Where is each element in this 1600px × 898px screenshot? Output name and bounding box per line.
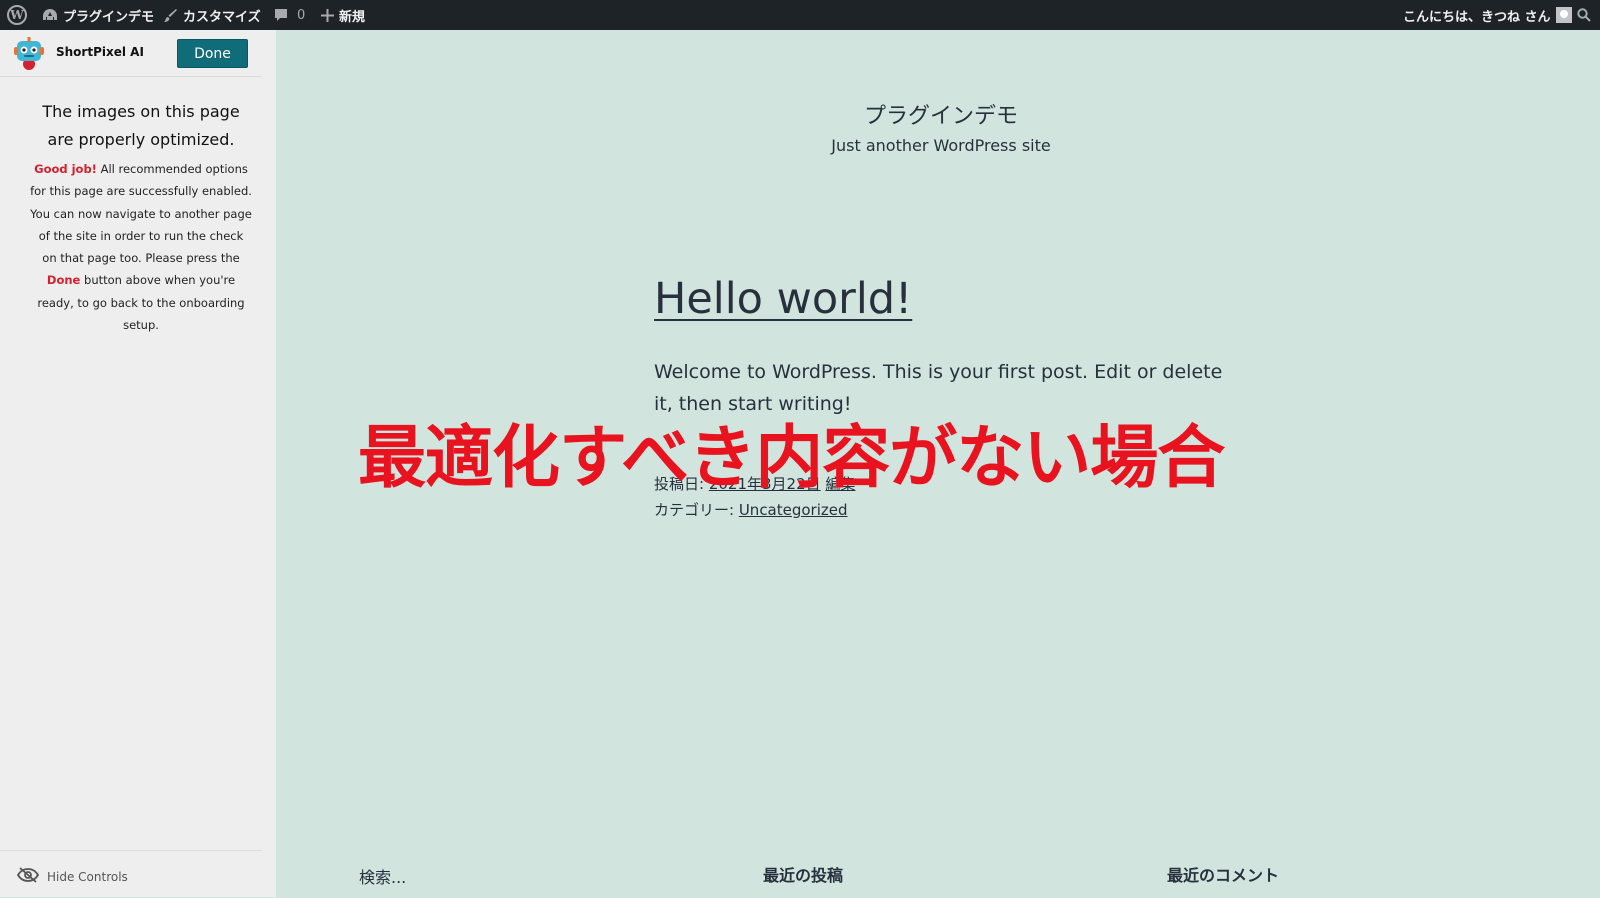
hide-controls-button[interactable]: Hide Controls xyxy=(16,867,128,886)
site-name-label: プラグインデモ xyxy=(63,9,155,25)
customize-link[interactable]: カスタマイズ xyxy=(163,0,261,30)
category-link[interactable]: Uncategorized xyxy=(739,501,848,519)
site-title[interactable]: プラグインデモ xyxy=(276,98,1600,130)
site-name-menu[interactable]: プラグインデモ xyxy=(42,0,154,30)
eye-slash-icon xyxy=(16,867,40,886)
customize-label: カスタマイズ xyxy=(183,9,261,25)
comment-icon xyxy=(274,8,288,22)
greeting-label: こんにちは、きつね さん xyxy=(1403,9,1551,25)
hide-controls-label: Hide Controls xyxy=(47,869,128,884)
shortpixel-sidebar: ShortPixel AI Done The images on this pa… xyxy=(0,30,276,897)
search-input[interactable]: 検索... xyxy=(359,864,406,888)
wordpress-icon: W xyxy=(7,5,27,25)
post-title-link[interactable]: Hello world! xyxy=(654,274,912,324)
done-word-text: Done xyxy=(46,273,81,288)
done-button[interactable]: Done xyxy=(177,39,248,68)
recent-posts-heading: 最近の投稿 xyxy=(763,866,844,885)
good-job-text: Good job! xyxy=(34,162,97,176)
admin-bar: W プラグインデモ カスタマイズ 0 新規 こんにちは、きつね さん xyxy=(0,0,1600,30)
plus-icon xyxy=(321,8,334,22)
overlay-caption: 最適化すべき内容がない場合 xyxy=(358,419,1225,498)
my-account-menu[interactable]: こんにちは、きつね さん xyxy=(1403,0,1572,30)
new-label: 新規 xyxy=(339,9,366,25)
admin-search[interactable] xyxy=(1577,0,1591,30)
comments-count: 0 xyxy=(297,7,306,23)
shortpixel-footer: Hide Controls xyxy=(0,850,262,898)
new-content-menu[interactable]: 新規 xyxy=(321,0,365,30)
dashboard-icon xyxy=(42,8,58,22)
shortpixel-robot-icon xyxy=(12,36,46,70)
message-text-1: All recommended options for this page ar… xyxy=(30,162,252,266)
avatar xyxy=(1555,7,1572,23)
message-title: The images on this page are properly opt… xyxy=(42,102,240,149)
comments-link[interactable]: 0 xyxy=(274,0,305,30)
site-description: Just another WordPress site xyxy=(831,136,1051,155)
shortpixel-header: ShortPixel AI Done xyxy=(0,30,262,77)
message-body: Good job! All recommended options for th… xyxy=(30,158,252,336)
shortpixel-name: ShortPixel AI xyxy=(56,45,144,59)
search-icon xyxy=(1577,8,1591,22)
optimization-message: The images on this page are properly opt… xyxy=(30,98,252,336)
category-label: カテゴリー: xyxy=(654,501,739,519)
recent-comments-heading: 最近のコメント xyxy=(1167,866,1280,885)
wp-logo-menu[interactable]: W xyxy=(7,0,27,30)
brush-icon xyxy=(163,8,178,23)
